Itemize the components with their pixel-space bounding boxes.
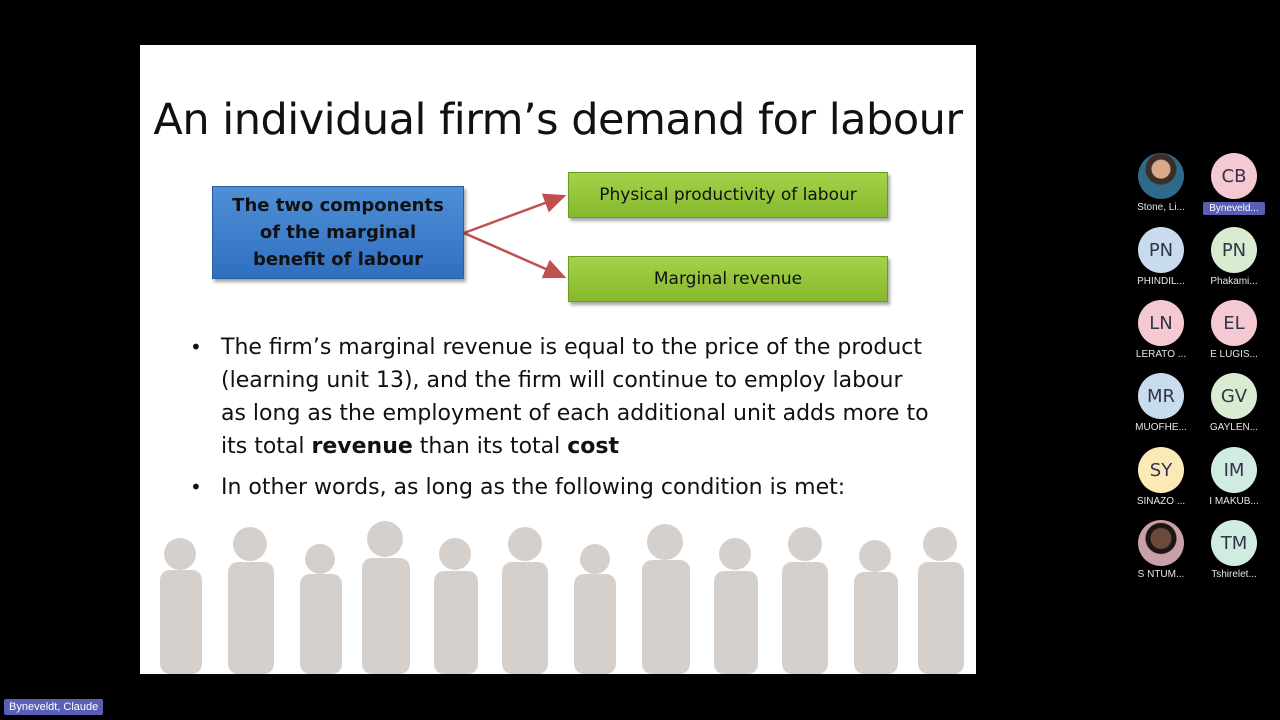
- bullet-item: • In other words, as long as the followi…: [190, 471, 930, 504]
- avatar: SY: [1138, 447, 1184, 493]
- participant-name: Stone, Li...: [1137, 202, 1185, 213]
- participant-name: LERATO ...: [1135, 349, 1187, 360]
- participant-tile[interactable]: LN LERATO ...: [1130, 300, 1192, 360]
- participant-name: I MAKUB...: [1209, 496, 1259, 507]
- avatar: MR: [1138, 373, 1184, 419]
- participant-tile[interactable]: GV GAYLEN...: [1203, 373, 1265, 433]
- participant-tile[interactable]: CB Byneveld...: [1203, 153, 1265, 215]
- active-speaker-name: Byneveldt, Claude: [4, 699, 104, 715]
- bullet-list: • The firm’s marginal revenue is equal t…: [190, 331, 930, 512]
- avatar: EL: [1211, 300, 1257, 346]
- participant-tile[interactable]: S NTUM...: [1130, 520, 1192, 580]
- bullet-icon: •: [190, 475, 202, 499]
- bullet2-text: In other words, as long as the following…: [221, 475, 846, 500]
- bullet1-part2: than its total: [412, 434, 568, 459]
- arrow-to-marginal-revenue: [463, 231, 567, 279]
- physical-productivity-box: Physical productivity of labour: [568, 172, 888, 218]
- avatar: PN: [1211, 227, 1257, 273]
- avatar: PN: [1138, 227, 1184, 273]
- participant-name: Phakami...: [1210, 276, 1258, 287]
- participant-name: Byneveld...: [1203, 202, 1265, 215]
- participant-name: MUOFHE...: [1135, 422, 1187, 433]
- avatar: IM: [1211, 447, 1257, 493]
- participant-tile[interactable]: EL E LUGIS...: [1203, 300, 1265, 360]
- marginal-revenue-box: Marginal revenue: [568, 256, 888, 302]
- participant-tile[interactable]: PN PHINDIL...: [1130, 227, 1192, 287]
- user-photo-icon: [1138, 153, 1184, 199]
- arrow-to-physical-productivity: [463, 193, 567, 235]
- avatar: GV: [1211, 373, 1257, 419]
- crowd-background-image: [160, 521, 964, 674]
- bullet-text: The firm’s marginal revenue is equal to …: [221, 331, 930, 463]
- participant-tile[interactable]: Stone, Li...: [1130, 153, 1192, 213]
- participant-name: E LUGIS...: [1210, 349, 1258, 360]
- components-box: The two components of the marginal benef…: [212, 186, 464, 279]
- participant-tile[interactable]: PN Phakami...: [1203, 227, 1265, 287]
- participant-name: S NTUM...: [1137, 569, 1185, 580]
- participant-name: SINAZO ...: [1136, 496, 1186, 507]
- bullet1-bold-cost: cost: [567, 434, 620, 459]
- avatar: LN: [1138, 300, 1184, 346]
- participant-tile[interactable]: IM I MAKUB...: [1203, 447, 1265, 507]
- participant-tile[interactable]: SY SINAZO ...: [1130, 447, 1192, 507]
- participant-name: PHINDIL...: [1137, 276, 1185, 287]
- participant-tile[interactable]: TM Tshirelet...: [1203, 520, 1265, 580]
- avatar: TM: [1211, 520, 1257, 566]
- bullet-icon: •: [190, 335, 202, 359]
- bullet1-bold-revenue: revenue: [311, 434, 413, 459]
- shared-slide: An individual firm’s demand for labour T…: [140, 45, 976, 674]
- participant-name: Tshirelet...: [1211, 569, 1257, 580]
- participant-tile[interactable]: MR MUOFHE...: [1130, 373, 1192, 433]
- avatar: CB: [1211, 153, 1257, 199]
- participant-name: GAYLEN...: [1209, 422, 1259, 433]
- bullet-item: • The firm’s marginal revenue is equal t…: [190, 331, 930, 463]
- user-photo-icon: [1138, 520, 1184, 566]
